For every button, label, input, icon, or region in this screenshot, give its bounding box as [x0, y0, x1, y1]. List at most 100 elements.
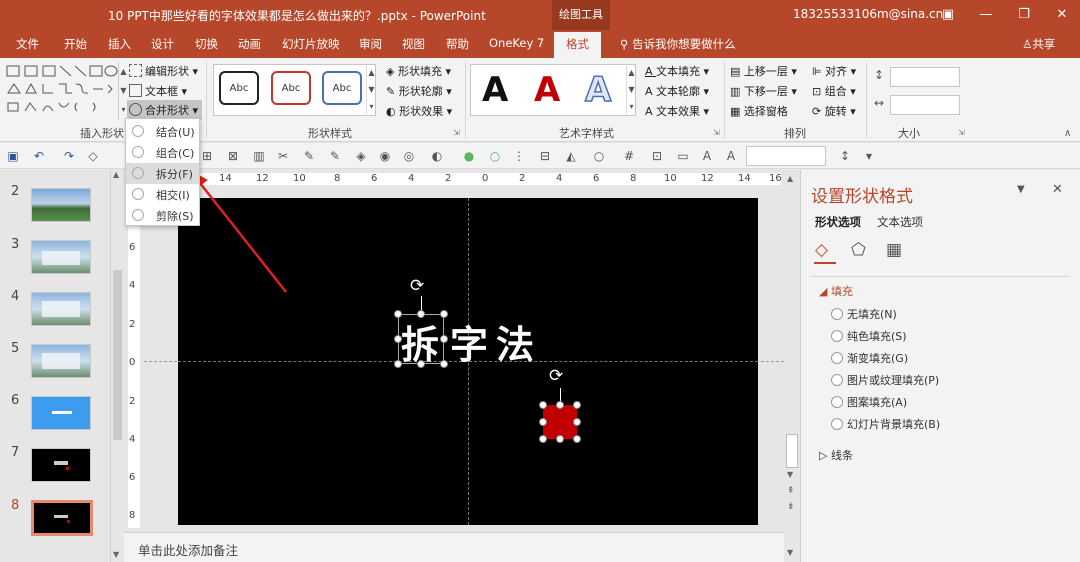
resize-handle[interactable]: [394, 335, 402, 343]
tab-file[interactable]: 文件: [16, 36, 39, 52]
close-icon[interactable]: ✕: [1042, 0, 1080, 30]
gradient-fill-radio[interactable]: [831, 352, 843, 364]
pattern-fill-radio[interactable]: [831, 396, 843, 408]
merge-shapes-button[interactable]: 合并形状 ▾: [127, 100, 203, 120]
tab-review[interactable]: 审阅: [359, 36, 382, 52]
slide-thumbnail[interactable]: [31, 188, 91, 222]
tab-slideshow[interactable]: 幻灯片放映: [282, 36, 340, 52]
tab-animations[interactable]: 动画: [238, 36, 261, 52]
fill-dropdown-icon[interactable]: ◐: [430, 149, 444, 163]
size-launcher-icon[interactable]: ⇲: [958, 128, 965, 137]
ribbon-display-icon[interactable]: ▣: [928, 0, 968, 30]
slide-thumbnail[interactable]: [31, 448, 91, 482]
previous-slide-icon[interactable]: ⇞: [787, 486, 795, 496]
fill-section-header[interactable]: ◢ 填充: [819, 283, 853, 299]
effects-pentagon-icon[interactable]: ⬠: [851, 240, 866, 260]
tell-me-box[interactable]: ⚲ 告诉我你想要做什么: [620, 36, 736, 52]
frame-quick-icon[interactable]: ⊡: [650, 149, 664, 163]
tab-home[interactable]: 开始: [64, 36, 87, 52]
font-size-combo[interactable]: [746, 146, 826, 166]
bring-forward-button[interactable]: ▤ 上移一层 ▾: [730, 63, 797, 79]
resize-handle[interactable]: [539, 418, 547, 426]
no-fill-radio[interactable]: [831, 308, 843, 320]
notes-pane[interactable]: 单击此处添加备注: [124, 532, 784, 562]
slide-thumbnail[interactable]: [31, 292, 91, 326]
line-section-header[interactable]: ▷ 线条: [819, 447, 853, 463]
resize-handle[interactable]: [556, 401, 564, 409]
undo-icon[interactable]: ↶: [32, 149, 46, 163]
edit-shape-button[interactable]: 编辑形状 ▾: [129, 63, 198, 79]
solid-fill-radio[interactable]: [831, 330, 843, 342]
shape-quick-icon[interactable]: ◇: [86, 149, 100, 163]
redo-icon[interactable]: ↷: [62, 149, 76, 163]
tab-transitions[interactable]: 切换: [195, 36, 218, 52]
resize-handle[interactable]: [394, 310, 402, 318]
shape-style-red[interactable]: Abc: [271, 71, 311, 105]
shape-height-input[interactable]: [890, 67, 960, 87]
pane-options-icon[interactable]: ▼: [1017, 184, 1025, 195]
grid-quick-icon[interactable]: ⋮: [512, 149, 526, 163]
rotate-button[interactable]: ⟳ 旋转 ▾: [812, 103, 856, 119]
fill-color-icon[interactable]: ◈: [354, 149, 368, 163]
picture-fill-radio[interactable]: [831, 374, 843, 386]
resize-handle[interactable]: [394, 360, 402, 368]
resize-handle[interactable]: [573, 435, 581, 443]
font-shrink-icon[interactable]: A: [724, 149, 738, 163]
menu-item-combine[interactable]: 组合(C): [126, 142, 199, 163]
outline-color-icon[interactable]: ◉: [378, 149, 392, 163]
wordart-outline-blue[interactable]: A: [584, 69, 612, 111]
account-name[interactable]: 18325533106m@sina.cn: [793, 7, 943, 21]
tab-view[interactable]: 视图: [402, 36, 425, 52]
rotate-handle-icon[interactable]: ⟳: [410, 276, 424, 296]
hash-quick-icon[interactable]: #: [622, 149, 636, 163]
chart-quick-icon[interactable]: ◭: [564, 149, 578, 163]
fill-line-icon[interactable]: ◇: [815, 240, 828, 260]
tab-design[interactable]: 设计: [151, 36, 174, 52]
wordart-red[interactable]: A: [534, 70, 560, 110]
wordart-scroll[interactable]: ▲ ▼ ▾: [626, 64, 636, 116]
circle-quick-icon[interactable]: ○: [592, 149, 606, 163]
red-square-shape[interactable]: [543, 405, 577, 439]
scroll-up-icon[interactable]: ▲: [113, 170, 119, 179]
resize-handle[interactable]: [539, 401, 547, 409]
menu-item-union[interactable]: 结合(U): [126, 121, 199, 142]
scroll-up-icon[interactable]: ▲: [787, 174, 793, 183]
slide-char[interactable]: 法: [496, 314, 534, 369]
shape-effects-button[interactable]: ◐ 形状效果 ▾: [386, 103, 452, 119]
slide-thumbnail[interactable]: [31, 344, 91, 378]
menu-item-subtract[interactable]: 剪除(S): [126, 205, 199, 226]
resize-handle[interactable]: [556, 435, 564, 443]
resize-handle[interactable]: [417, 360, 425, 368]
resize-handle[interactable]: [573, 401, 581, 409]
eyedropper-outline-icon[interactable]: ✎: [328, 149, 342, 163]
editor-scrollbar[interactable]: ▲ ▼ ⇞ ⇟ ▼: [784, 170, 800, 562]
collapse-ribbon-icon[interactable]: ∧: [1064, 128, 1071, 139]
resize-handle[interactable]: [539, 435, 547, 443]
share-button[interactable]: ♙共享: [1022, 36, 1055, 52]
next-slide-icon[interactable]: ⇟: [787, 502, 795, 512]
eyedropper-icon[interactable]: ✎: [302, 149, 316, 163]
resize-handle[interactable]: [573, 418, 581, 426]
tab-help[interactable]: 帮助: [446, 36, 469, 52]
scroll-thumb[interactable]: [113, 270, 122, 440]
slide-thumbnail[interactable]: [31, 240, 91, 274]
text-fill-button[interactable]: A 文本填充 ▾: [645, 63, 709, 79]
resize-handle[interactable]: [440, 335, 448, 343]
rotate-handle-icon[interactable]: ⟳: [549, 366, 563, 386]
shapes-gallery[interactable]: [5, 63, 120, 119]
send-backward-button[interactable]: ▥ 下移一层 ▾: [730, 83, 797, 99]
tab-text-options[interactable]: 文本选项: [877, 214, 923, 230]
shape-style-blue[interactable]: Abc: [322, 71, 362, 105]
shape-fill-button[interactable]: ◈ 形状填充 ▾: [386, 63, 451, 79]
restore-icon[interactable]: ❐: [1004, 0, 1044, 30]
menu-item-intersect[interactable]: 相交(I): [126, 184, 199, 205]
slide-bg-fill-radio[interactable]: [831, 418, 843, 430]
slide-thumbnail-selected[interactable]: [31, 500, 93, 536]
save-icon[interactable]: ▣: [6, 149, 20, 163]
text-box-button[interactable]: 文本框 ▾: [129, 83, 187, 99]
slide-thumbnail[interactable]: [31, 396, 91, 430]
slide-char[interactable]: 字: [450, 314, 488, 369]
scroll-down-icon[interactable]: ▼: [787, 470, 793, 479]
green-ring-icon[interactable]: ○: [488, 149, 502, 163]
tab-format[interactable]: 格式: [554, 32, 601, 58]
